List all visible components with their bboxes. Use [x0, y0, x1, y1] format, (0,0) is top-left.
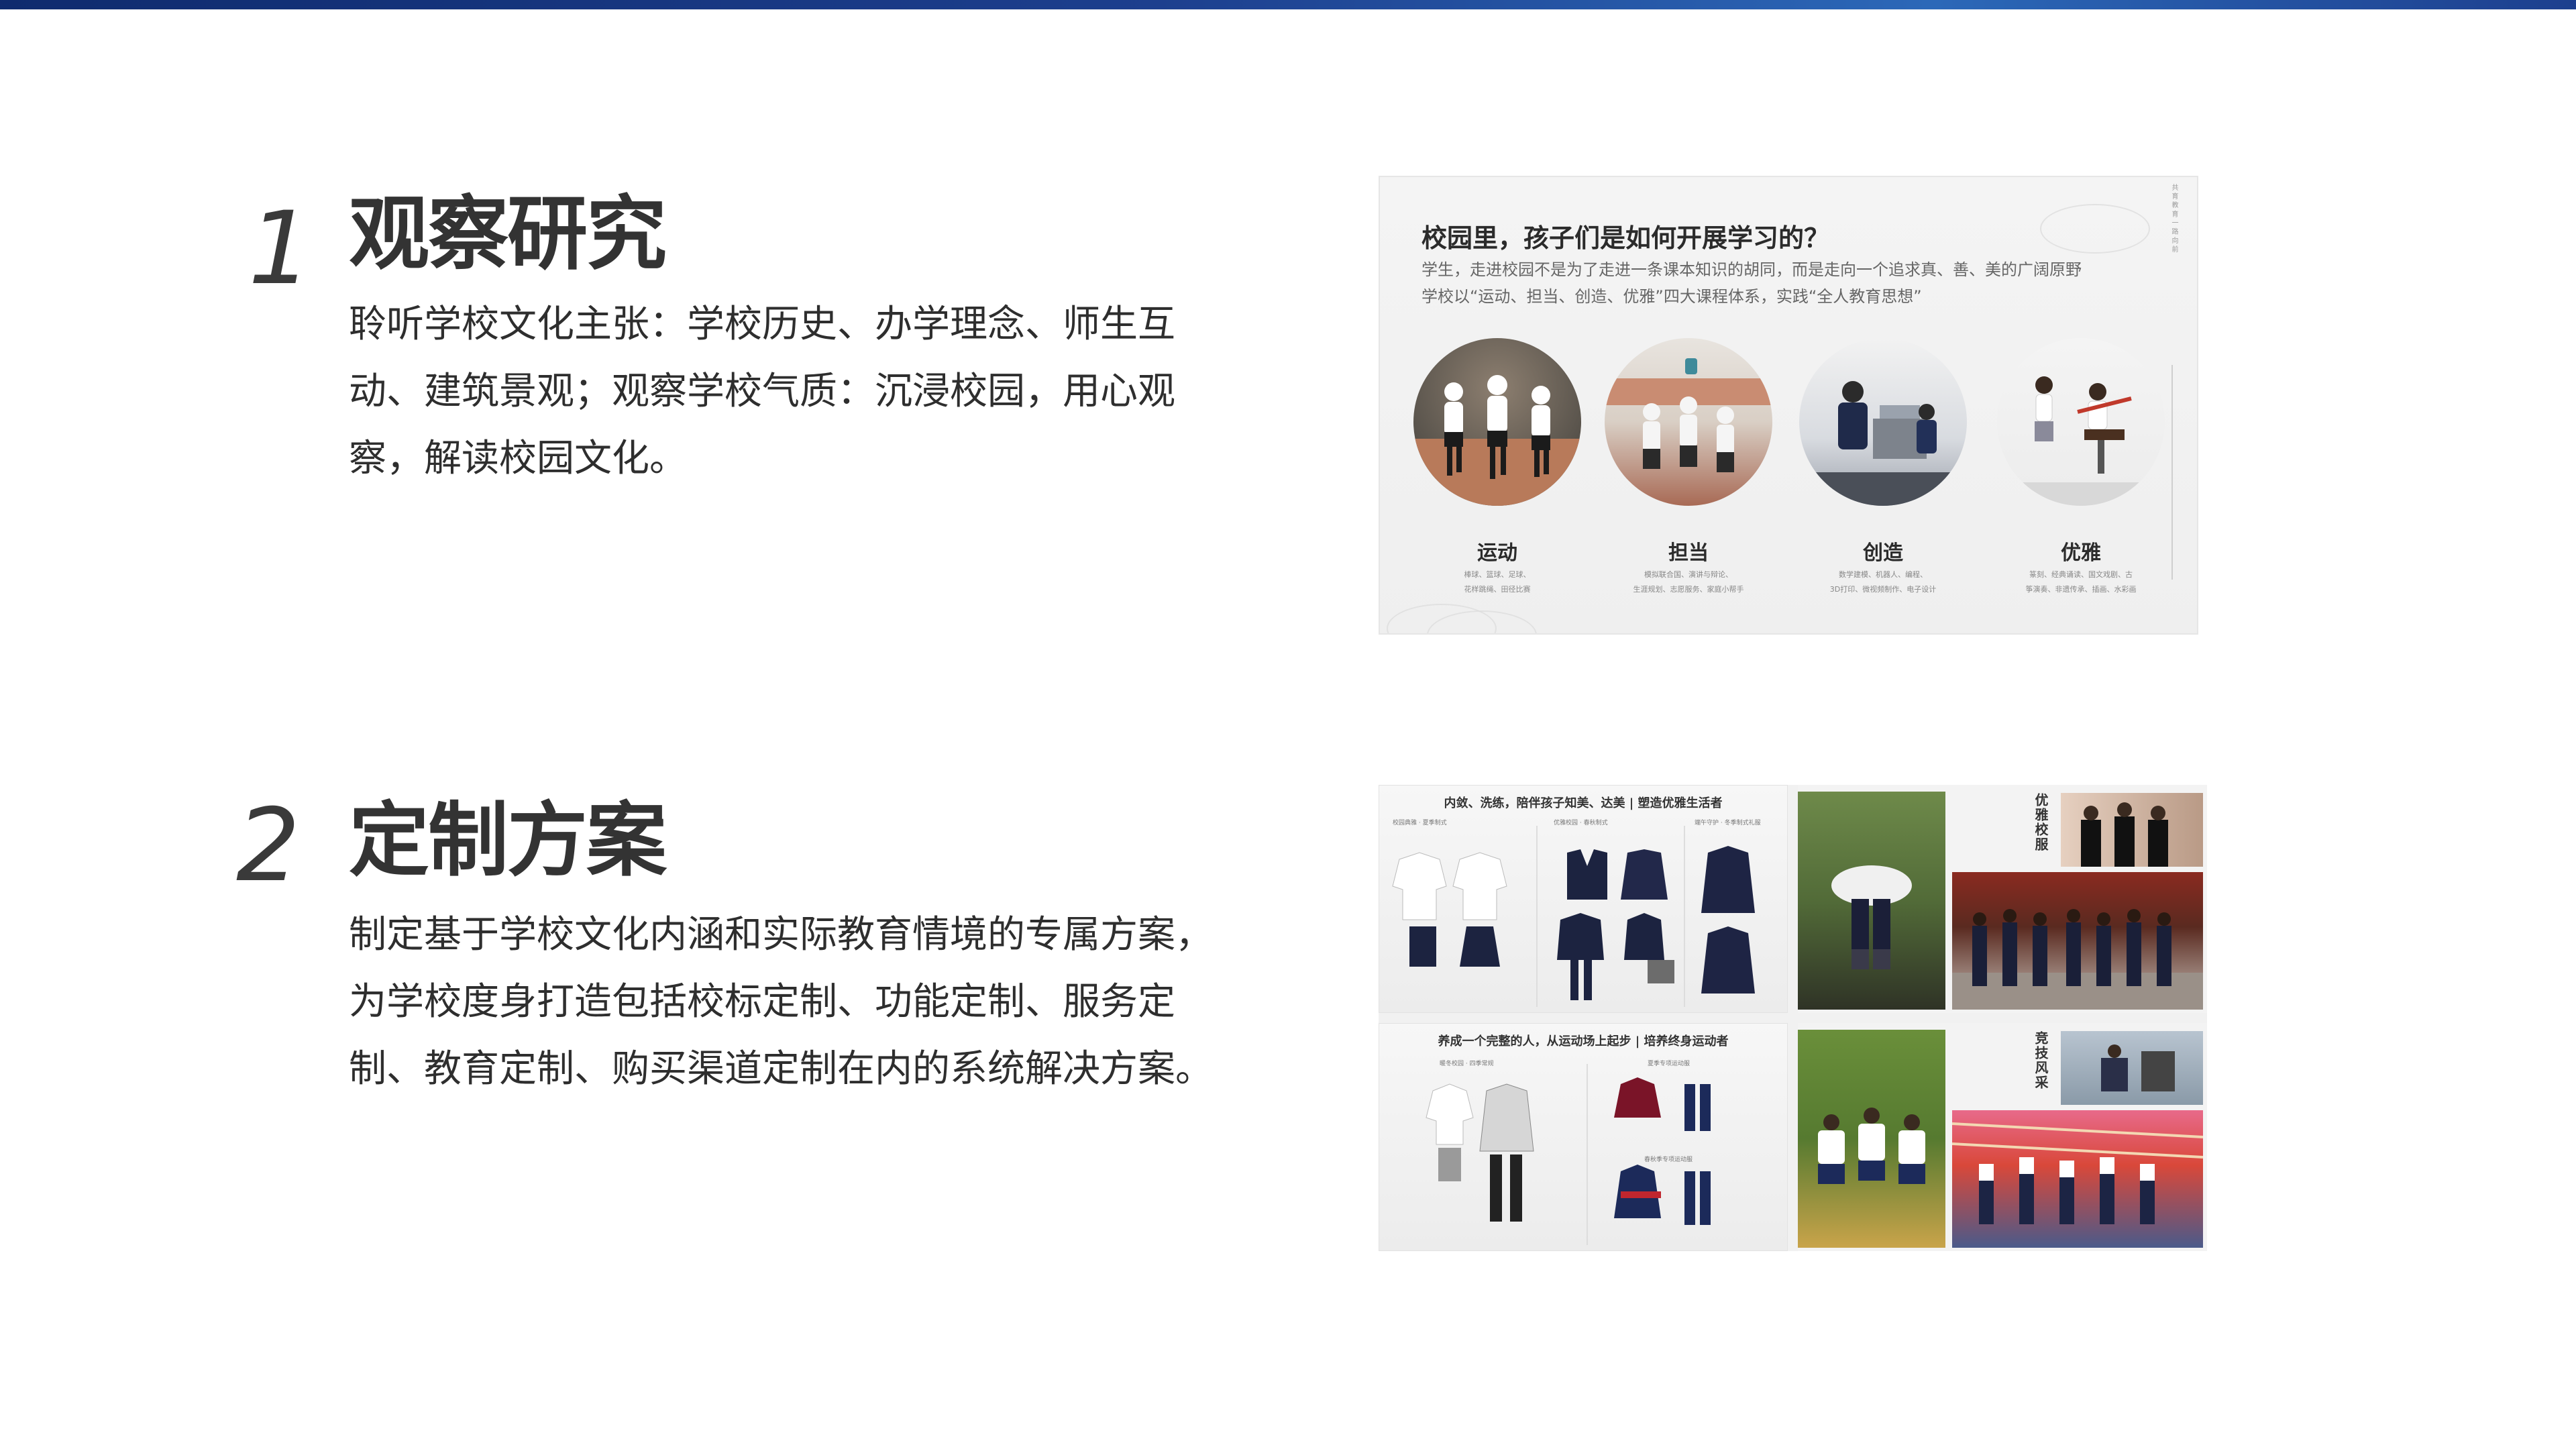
- panel1-divider: [2171, 365, 2173, 580]
- students-group-photo: [1952, 872, 2203, 1010]
- circle-subtext: 数学建模、机器人、编程、 3D打印、微视频制作、电子设计: [1799, 568, 1967, 597]
- circle-subtext-line: 3D打印、微视频制作、电子设计: [1829, 585, 1937, 594]
- students-formal-photo: [2061, 793, 2203, 867]
- circle-subtext-line: 花样跳绳、田径比赛: [1464, 585, 1531, 594]
- circle-subtext: 模拟联合国、演讲与辩论、 生涯规划、志愿服务、家庭小帮手: [1605, 568, 1772, 597]
- panel1-desc-line: 学校以“运动、担当、创造、优雅”四大课程体系，实践“全人教育思想”: [1421, 287, 1922, 306]
- section-2-number: 2: [236, 788, 301, 904]
- cloud-pattern: [2040, 204, 2150, 254]
- elegant-photo-tile: 优雅校服: [1798, 785, 2207, 1013]
- panel1-title: 校园里，孩子们是如何开展学习的？: [1421, 223, 1830, 253]
- tile-vertical-title: 竞技风采: [2033, 1031, 2049, 1090]
- panel1-side-text: 共 育 教 育 一 路 向 前: [2170, 184, 2178, 253]
- circle-subtext: 篆刻、经典诵读、国文戏剧、古 筝演奏、非遗传承、插画、水彩画: [1997, 568, 2165, 597]
- students-sitting-photo: [1798, 1030, 1945, 1248]
- circle-caption: 优雅: [2061, 541, 2101, 565]
- section-2-body: 制定基于学校文化内涵和实际教育情境的专属方案，为学校度身打造包括校标定制、功能定…: [349, 913, 1213, 1091]
- circle-photo-responsibility: [1605, 338, 1772, 506]
- circle-subtext-line: 筝演奏、非遗传承、插画、水彩画: [2025, 585, 2137, 594]
- circle-subtext-line: 模拟联合国、演讲与辩论、: [1644, 570, 1733, 579]
- students-umbrella-photo: [1798, 792, 1945, 1010]
- uniform-catalog-tile: 内敛、洗练，陪伴孩子知美、达美 | 塑造优雅生活者 校园典雅 · 夏季制式 优雅…: [1379, 785, 1788, 1013]
- students-cheer-photo: [1952, 1110, 2203, 1248]
- section-1-body: 聆听学校文化主张：学校历史、办学理念、师生互动、建筑景观；观察学校气质：沉浸校园…: [349, 303, 1175, 480]
- circle-subtext-line: 棒球、篮球、足球、: [1464, 570, 1531, 579]
- students-robot-photo: [2061, 1031, 2203, 1105]
- campus-learning-image: 共 育 教 育 一 路 向 前 校园里，孩子们是如何开展学习的？ 学生，走进校园…: [1379, 176, 2198, 635]
- slide-page: 1 观察研究 聆听学校文化主张：学校历史、办学理念、师生互动、建筑景观；观察学校…: [0, 0, 2576, 1449]
- section-1-number: 1: [248, 191, 313, 307]
- top-accent-bar: [0, 0, 2576, 9]
- sport-uniform-tile: 养成一个完整的人，从运动场上起步 | 培养终身运动者 暖冬校园 · 四季常规 夏…: [1379, 1023, 1788, 1251]
- tile-heading: 养成一个完整的人，从运动场上起步 | 培养终身运动者: [1438, 1034, 1729, 1049]
- circle-photo-sports: [1413, 338, 1581, 506]
- tile-vertical-title: 优雅校服: [2033, 793, 2049, 852]
- circle-subtext-line: 篆刻、经典诵读、国文戏剧、古: [2029, 570, 2133, 579]
- tile-heading: 内敛、洗练，陪伴孩子知美、达美 | 塑造优雅生活者: [1444, 796, 1723, 810]
- circle-subtext-line: 数学建模、机器人、编程、: [1839, 570, 1927, 579]
- panel1-description: 学生，走进校园不是为了走进一条课本知识的胡同，而是走向一个追求真、善、美的广阔原…: [1421, 256, 2146, 310]
- circle-photo-elegance: [1997, 338, 2165, 506]
- circle-caption: 创造: [1863, 541, 1903, 565]
- panel1-desc-line: 学生，走进校园不是为了走进一条课本知识的胡同，而是走向一个追求真、善、美的广阔原…: [1421, 260, 2082, 279]
- circle-photo-creation: [1799, 338, 1967, 506]
- circle-caption: 担当: [1668, 541, 1709, 565]
- section-1-title: 观察研究: [349, 188, 667, 281]
- circle-caption: 运动: [1477, 541, 1517, 565]
- section-2-title: 定制方案: [349, 794, 667, 888]
- circle-subtext-line: 生涯规划、志愿服务、家庭小帮手: [1633, 585, 1744, 594]
- circle-subtext: 棒球、篮球、足球、 花样跳绳、田径比赛: [1413, 568, 1581, 597]
- custom-solution-image: 内敛、洗练，陪伴孩子知美、达美 | 塑造优雅生活者 校园典雅 · 夏季制式 优雅…: [1379, 785, 2207, 1251]
- sport-photo-tile: 竞技风采: [1798, 1023, 2207, 1251]
